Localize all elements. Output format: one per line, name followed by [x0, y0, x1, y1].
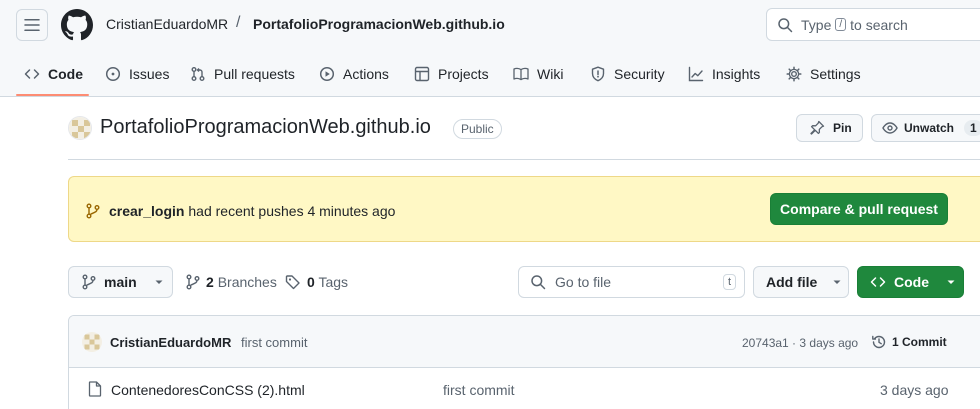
- pin-button[interactable]: Pin: [796, 114, 863, 142]
- file-commit-time: 3 days ago: [880, 382, 949, 398]
- tab-code-label: Code: [48, 66, 83, 82]
- commit-author-avatar[interactable]: [82, 332, 102, 352]
- code-button-label: Code: [894, 274, 929, 290]
- owner-avatar[interactable]: [68, 116, 92, 140]
- title-divider: [68, 159, 980, 160]
- search-hint-suffix: to search: [850, 16, 908, 33]
- menu-button[interactable]: [16, 9, 48, 41]
- tab-security-label: Security: [614, 66, 665, 82]
- tab-pull-requests-label: Pull requests: [214, 66, 295, 82]
- commit-hash-time[interactable]: 20743a1 · 3 days ago: [742, 336, 858, 350]
- commits-count: 1 Commit: [892, 335, 947, 349]
- tab-projects[interactable]: Projects: [414, 56, 489, 92]
- recent-push-message: had recent pushes 4 minutes ago: [188, 203, 396, 219]
- commit-message[interactable]: first commit: [241, 335, 307, 350]
- tags-link[interactable]: 0 Tags: [285, 274, 348, 290]
- tab-projects-label: Projects: [438, 66, 489, 82]
- caret-down-icon: [833, 280, 841, 284]
- recent-push-banner: crear_login had recent pushes 4 minutes …: [68, 176, 980, 242]
- file-commit-message[interactable]: first commit: [443, 382, 515, 398]
- pin-icon: [810, 120, 825, 135]
- search-hint: Type / to search: [801, 17, 908, 33]
- go-to-file-input[interactable]: Go to file t: [518, 266, 745, 298]
- recent-push-branch[interactable]: crear_login: [109, 203, 184, 219]
- table-row: ContenedoresConCSS (2).html first commit…: [69, 369, 980, 409]
- unwatch-button[interactable]: Unwatch 1: [871, 114, 980, 142]
- breadcrumb-owner[interactable]: CristianEduardoMR: [106, 16, 228, 32]
- search-shortcut-key: /: [835, 18, 847, 31]
- repo-nav-tabs: Code Issues Pull requests Actions Projec…: [0, 56, 980, 97]
- watchers-count: 1: [964, 120, 980, 136]
- tags-count: 0: [307, 274, 315, 290]
- github-logo-icon[interactable]: [61, 9, 93, 41]
- active-tab-indicator: [16, 94, 89, 96]
- global-header: CristianEduardoMR / PortafolioProgramaci…: [0, 0, 980, 97]
- code-icon: [24, 69, 40, 79]
- add-file-label: Add file: [766, 274, 818, 290]
- compare-pull-request-button[interactable]: Compare & pull request: [770, 193, 948, 225]
- unwatch-label: Unwatch: [904, 121, 955, 135]
- code-dropdown-button[interactable]: Code: [857, 266, 964, 298]
- pull-request-icon: [191, 67, 205, 81]
- tags-label: Tags: [318, 274, 349, 290]
- branches-link[interactable]: 2 Branches: [186, 274, 277, 290]
- file-icon: [88, 381, 102, 397]
- tab-actions[interactable]: Actions: [319, 56, 389, 92]
- book-icon: [513, 67, 529, 81]
- commit-author[interactable]: CristianEduardoMR: [110, 335, 231, 350]
- file-name[interactable]: ContenedoresConCSS (2).html: [111, 382, 305, 398]
- gear-icon: [786, 66, 802, 82]
- identicon-icon: [69, 117, 91, 139]
- branches-count: 2: [206, 274, 214, 290]
- breadcrumb-repo[interactable]: PortafolioProgramacionWeb.github.io: [253, 16, 505, 32]
- breadcrumb-separator: /: [236, 14, 241, 31]
- tab-issues-label: Issues: [129, 66, 170, 82]
- repo-title[interactable]: PortafolioProgramacionWeb.github.io: [100, 116, 431, 139]
- recent-push-text: crear_login had recent pushes 4 minutes …: [109, 203, 395, 219]
- tab-security[interactable]: Security: [590, 56, 665, 92]
- caret-down-icon: [155, 280, 163, 284]
- global-search-input[interactable]: Type / to search: [766, 8, 980, 41]
- branch-icon: [186, 274, 200, 290]
- branch-icon: [86, 203, 100, 219]
- tab-insights[interactable]: Insights: [688, 56, 760, 92]
- tab-actions-label: Actions: [343, 66, 389, 82]
- graph-icon: [688, 66, 704, 82]
- tab-settings-label: Settings: [810, 66, 861, 82]
- go-to-file-placeholder: Go to file: [555, 274, 612, 290]
- branches-label: Branches: [217, 274, 277, 290]
- commits-link[interactable]: 1 Commit: [871, 334, 947, 350]
- play-icon: [319, 66, 335, 82]
- visibility-badge: Public: [453, 119, 502, 139]
- tab-insights-label: Insights: [712, 66, 761, 82]
- current-branch-label: main: [104, 274, 137, 290]
- tag-icon: [285, 275, 300, 290]
- identicon-icon: [82, 332, 102, 352]
- tab-wiki-label: Wiki: [537, 66, 564, 82]
- file-browser: CristianEduardoMR first commit 20743a1 ·…: [68, 315, 980, 409]
- shield-icon: [591, 66, 605, 82]
- history-icon: [872, 335, 886, 349]
- tab-code[interactable]: Code: [24, 56, 83, 92]
- search-icon: [531, 275, 546, 290]
- tab-pull-requests[interactable]: Pull requests: [190, 56, 295, 92]
- tab-settings[interactable]: Settings: [786, 56, 861, 92]
- table-icon: [414, 66, 430, 82]
- branch-icon: [82, 274, 96, 290]
- pin-label: Pin: [833, 121, 852, 135]
- latest-commit-bar: CristianEduardoMR first commit 20743a1 ·…: [69, 316, 980, 368]
- issue-icon: [105, 66, 121, 82]
- add-file-button[interactable]: Add file: [753, 266, 849, 298]
- eye-icon: [882, 122, 898, 134]
- tab-wiki[interactable]: Wiki: [513, 56, 563, 92]
- search-icon: [778, 17, 793, 32]
- search-hint-prefix: Type: [801, 16, 832, 33]
- code-icon: [870, 277, 886, 287]
- tab-issues[interactable]: Issues: [105, 56, 169, 92]
- caret-down-icon: [947, 280, 955, 284]
- go-to-file-shortcut: t: [722, 274, 736, 290]
- hamburger-icon: [24, 19, 40, 31]
- branch-selector[interactable]: main: [68, 266, 173, 298]
